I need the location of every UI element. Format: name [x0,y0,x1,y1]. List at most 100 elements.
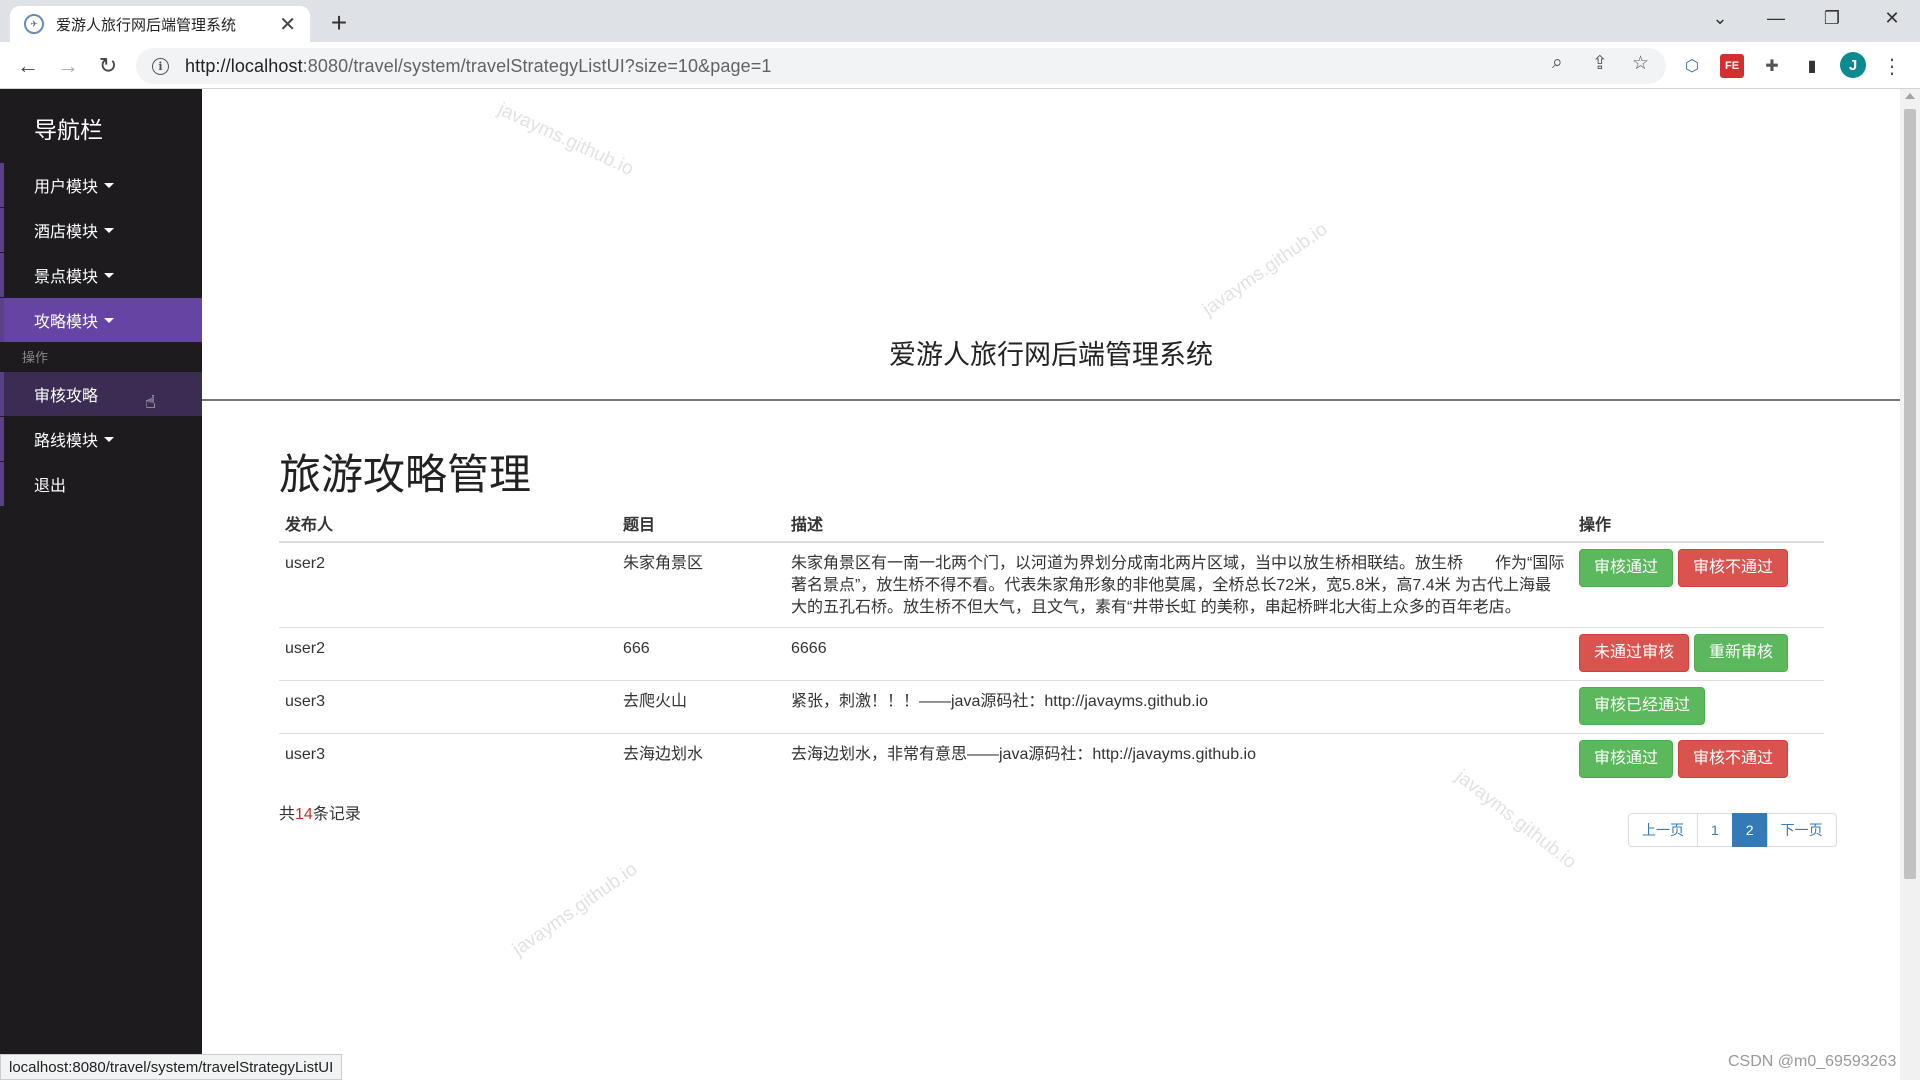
bookmark-star-icon[interactable]: ☆ [1632,52,1649,75]
cell-title: 去海边划水 [617,733,785,786]
caret-down-icon [104,317,115,323]
sidebar-item-routes[interactable]: 路线模块 [0,417,202,461]
cell-actions: 审核通过 审核不通过 [1573,733,1824,786]
new-tab-button[interactable]: + [322,6,356,40]
sidebar-item-logout[interactable]: 退出 [0,462,202,506]
sidebar-item-review-strategy[interactable]: 审核攻略 [0,372,202,416]
cell-actions: 未通过审核 重新审核 [1573,627,1824,681]
sidebar-item-hotels[interactable]: 酒店模块 [0,208,202,252]
sidebar-item-users[interactable]: 用户模块 [0,163,202,207]
sidebar-item-label: 景点模块 [34,269,99,286]
zoom-icon[interactable]: ⌕ [1552,52,1563,74]
total-suffix: 条记录 [312,806,361,823]
close-window-icon[interactable]: ✕ [1864,0,1920,36]
cell-description: 紧张，刺激！！！——java源码社：http://javayms.github.… [785,680,1573,734]
cell-description: 6666 [785,627,1573,681]
table-row: user2 朱家角景区 朱家角景区有一南一北两个门，以河道为界划分成南北两片区域… [279,541,1824,628]
strategy-table: 发布人 题目 描述 操作 user2 朱家角景区 朱家角景区有一南一北两个门，以… [279,503,1824,786]
column-header-publisher: 发布人 [279,503,617,543]
prev-page-link[interactable]: 上一页 [1628,813,1698,847]
main-content: javayms.github.io javayms.github.io java… [202,89,1900,1080]
url-path: :8080/travel/system/travelStrategyListUI… [302,55,772,76]
cell-title: 666 [617,627,785,681]
cell-publisher: user3 [279,733,617,786]
total-prefix: 共 [279,806,296,823]
csdn-credit: CSDN @m0_69593263 [1728,1053,1897,1070]
browser-tab-strip: ✈ 爱游人旅行网后端管理系统 ✕ + ⌄ — ❐ ✕ [0,0,1920,42]
scrollbar-thumb[interactable] [1904,109,1916,879]
tab-search-chevron-icon[interactable]: ⌄ [1692,0,1748,36]
cell-actions: 审核通过 审核不通过 [1573,541,1824,628]
restore-icon[interactable]: ❐ [1804,0,1860,36]
extension-hex-icon[interactable]: ⬡ [1680,54,1704,78]
address-bar[interactable]: i http://localhost:8080/travel/system/tr… [136,48,1666,84]
browser-toolbar: ← → ↻ i http://localhost:8080/travel/sys… [0,42,1920,89]
sidebar-item-label: 攻略模块 [34,314,99,331]
extension-fe-icon[interactable]: FE [1720,54,1744,78]
pagination: 上一页 1 2 下一页 [1628,813,1837,847]
tab-title: 爱游人旅行网后端管理系统 [56,16,237,34]
already-approved-button[interactable]: 审核已经通过 [1579,687,1706,725]
approve-button[interactable]: 审核通过 [1579,740,1674,778]
total-count: 14 [295,806,313,823]
vertical-scrollbar[interactable] [1900,89,1920,1080]
watermark: javayms.github.io [1198,218,1332,321]
watermark: javayms.github.io [494,99,637,181]
sidebar-item-label: 审核攻略 [34,388,99,405]
profile-avatar[interactable]: J [1840,52,1866,78]
cell-actions: 审核已经通过 [1573,680,1824,734]
browser-tab[interactable]: ✈ 爱游人旅行网后端管理系统 ✕ [10,6,310,42]
cell-title: 去爬火山 [617,680,785,734]
cell-description: 去海边划水，非常有意思——java源码社：http://javayms.gith… [785,733,1573,786]
next-page-link[interactable]: 下一页 [1766,813,1837,847]
table-header-row: 发布人 题目 描述 操作 [279,503,1824,543]
re-review-button[interactable]: 重新审核 [1694,634,1789,672]
back-arrow-icon[interactable]: ← [12,50,44,82]
caret-down-icon [104,272,115,278]
page-title: 旅游攻略管理 [279,451,532,498]
caret-down-icon [104,436,115,442]
caret-down-icon [104,227,115,233]
sidebar-item-attractions[interactable]: 景点模块 [0,253,202,297]
cell-publisher: user3 [279,680,617,734]
cell-publisher: user2 [279,627,617,681]
reload-icon[interactable]: ↻ [92,50,124,82]
site-info-icon[interactable]: i [152,57,169,75]
header-divider [202,399,1900,401]
sidebar: 导航栏 用户模块 酒店模块 景点模块 攻略模块 操作 审核攻略 路线模块 退出 … [0,89,202,1080]
share-icon[interactable]: ⇪ [1592,52,1608,75]
not-approved-button[interactable]: 未通过审核 [1579,634,1690,672]
sidebar-item-label: 用户模块 [34,179,99,196]
site-favicon-icon: ✈ [24,14,44,34]
status-bar-url: localhost:8080/travel/system/travelStrat… [0,1054,343,1080]
page-link-1[interactable]: 1 [1697,813,1733,847]
menu-kebab-icon[interactable]: ⋮ [1880,54,1904,78]
table-row: user3 去爬火山 紧张，刺激！！！——java源码社：http://java… [279,680,1824,734]
minimize-icon[interactable]: — [1748,0,1804,36]
extensions-puzzle-icon[interactable]: ✚ [1760,54,1784,78]
cell-publisher: user2 [279,541,617,628]
record-count: 共14条记录 [279,800,361,824]
forward-arrow-icon[interactable]: → [52,50,84,82]
reject-button[interactable]: 审核不通过 [1678,740,1789,778]
system-title: 爱游人旅行网后端管理系统 [889,340,1213,370]
column-header-title: 题目 [617,503,785,543]
sidebar-item-label: 退出 [34,478,67,495]
column-header-actions: 操作 [1573,503,1824,543]
sidebar-item-label: 路线模块 [34,433,99,450]
column-header-description: 描述 [785,503,1573,543]
reject-button[interactable]: 审核不通过 [1678,549,1789,587]
sidebar-section-label: 操作 [22,350,49,365]
side-panel-icon[interactable]: ▮ [1800,54,1824,78]
sidebar-item-strategies[interactable]: 攻略模块 [0,298,202,342]
table-row: user3 去海边划水 去海边划水，非常有意思——java源码社：http://… [279,733,1824,786]
approve-button[interactable]: 审核通过 [1579,549,1674,587]
tab-close-icon[interactable]: ✕ [279,12,296,37]
scroll-up-arrow-icon[interactable] [1905,93,1915,99]
cell-title: 朱家角景区 [617,541,785,628]
cell-description: 朱家角景区有一南一北两个门，以河道为界划分成南北两片区域，当中以放生桥相联结。放… [785,541,1573,628]
page-link-2-current[interactable]: 2 [1731,813,1768,847]
sidebar-brand: 导航栏 [34,117,103,143]
sidebar-item-label: 酒店模块 [34,224,99,241]
watermark: javayms.github.io [508,858,642,961]
